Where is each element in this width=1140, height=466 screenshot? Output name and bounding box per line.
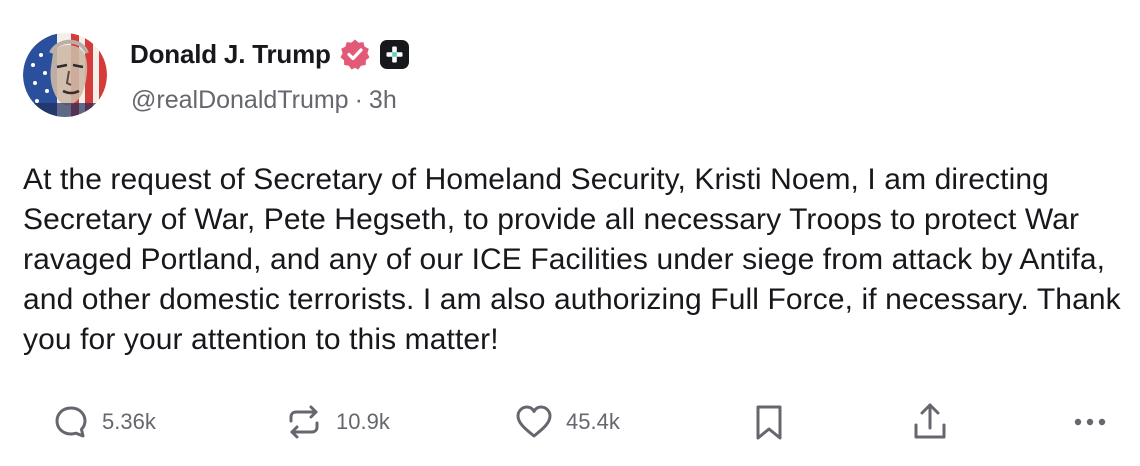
post-timestamp[interactable]: 3h xyxy=(369,86,397,115)
avatar-image xyxy=(23,33,107,117)
bookmark-icon xyxy=(752,402,786,442)
author-row: Donald J. Trump xyxy=(130,36,409,72)
like-count: 45.4k xyxy=(566,409,620,434)
meta-separator: · xyxy=(354,86,363,114)
author-meta: @realDonaldTrump · 3h xyxy=(131,86,397,115)
share-button[interactable] xyxy=(910,400,950,444)
author-handle[interactable]: @realDonaldTrump xyxy=(131,86,349,115)
verified-badge-icon xyxy=(339,38,371,70)
post-text: At the request of Secretary of Homeland … xyxy=(23,163,1121,356)
reply-count: 5.36k xyxy=(102,409,156,434)
more-dots-icon xyxy=(1070,402,1110,442)
more-options-button[interactable] xyxy=(1070,400,1110,444)
repost-count: 10.9k xyxy=(336,409,390,434)
heart-icon xyxy=(514,402,554,442)
speech-bubble-icon xyxy=(52,403,90,441)
post-actions: 5.36k 10.9k 45.4k xyxy=(0,400,1140,444)
repost-button[interactable]: 10.9k xyxy=(284,400,390,444)
avatar[interactable] xyxy=(23,33,107,117)
share-upload-icon xyxy=(910,401,950,443)
like-button[interactable]: 45.4k xyxy=(514,400,620,444)
bookmark-button[interactable] xyxy=(752,400,786,444)
repost-arrows-icon xyxy=(284,402,324,442)
author-display-name[interactable]: Donald J. Trump xyxy=(130,39,331,70)
reply-button[interactable]: 5.36k xyxy=(52,400,156,444)
plus-badge-icon xyxy=(379,39,409,69)
